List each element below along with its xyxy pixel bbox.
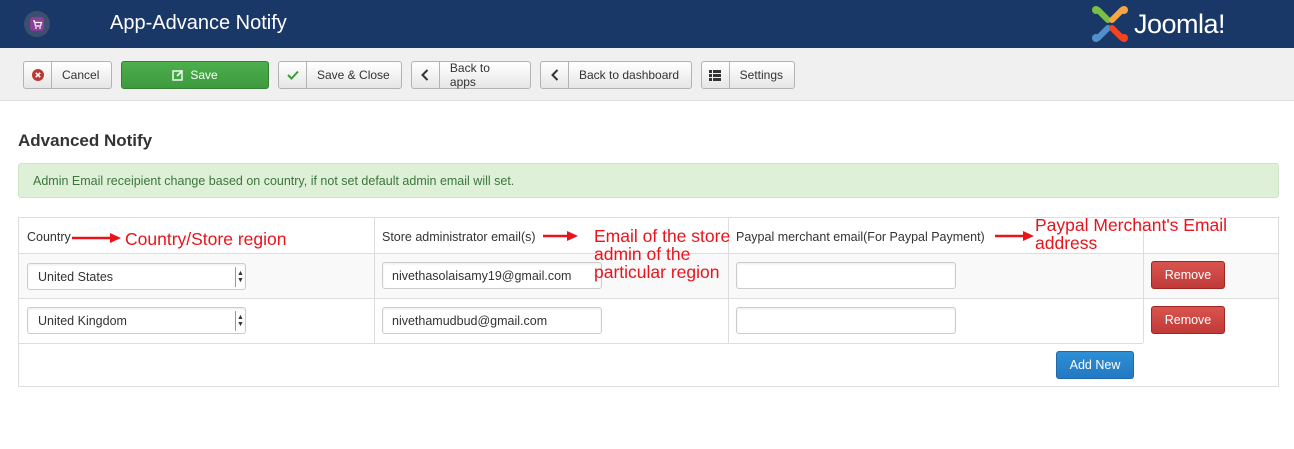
- select-arrow-icon: ▲ ▼: [235, 311, 245, 331]
- country-select-value: United States: [38, 270, 114, 284]
- annotation-store-email-line1: Email of the store: [594, 226, 731, 246]
- save-close-label: Save & Close: [317, 68, 390, 82]
- store-email-input[interactable]: nivethasolaisamy19@gmail.com: [382, 262, 602, 289]
- col-divider: [374, 218, 375, 343]
- header-country: Country: [27, 230, 71, 244]
- annotation-store-email-line2: admin of the: [594, 244, 691, 264]
- store-email-input[interactable]: nivethamudbud@gmail.com: [382, 307, 602, 334]
- header-paypal-email: Paypal merchant email(For Paypal Payment…: [736, 230, 985, 244]
- list-icon: [702, 62, 730, 88]
- annotation-country: Country/Store region: [125, 229, 287, 249]
- cancel-button[interactable]: Cancel: [23, 61, 112, 89]
- joomla-logo[interactable]: Joomla!: [1090, 4, 1226, 44]
- select-arrow-icon: ▲ ▼: [235, 267, 245, 287]
- header-bar: App-Advance Notify Joomla!: [0, 0, 1294, 48]
- toolbar: Cancel Save Save & Close Back to apps Ba…: [0, 48, 1294, 101]
- annotation-paypal-line2: address: [1035, 233, 1098, 253]
- country-select[interactable]: United Kingdom ▲ ▼: [27, 307, 246, 334]
- row-divider: [19, 298, 1278, 299]
- annotation-arrow-icon: [995, 231, 1034, 241]
- annotation-paypal: Paypal Merchant's Email address: [1035, 216, 1227, 252]
- remove-button[interactable]: Remove: [1151, 261, 1225, 289]
- chevron-left-icon: [541, 62, 569, 88]
- chevron-left-icon: [412, 62, 440, 88]
- annotation-store-email-line3: particular region: [594, 262, 720, 282]
- page-title: Advanced Notify: [18, 131, 153, 150]
- add-new-button[interactable]: Add New: [1056, 351, 1134, 379]
- paypal-email-input[interactable]: [736, 307, 956, 334]
- back-to-apps-label: Back to apps: [449, 61, 490, 89]
- joomla-brand-text: Joomla!: [1134, 8, 1226, 39]
- remove-button[interactable]: Remove: [1151, 306, 1225, 334]
- back-to-dashboard-label: Back to dashboard: [579, 68, 680, 82]
- joomla-logo-icon: [1092, 6, 1128, 42]
- row-divider: [19, 343, 1143, 344]
- checkmark-icon: [279, 62, 307, 88]
- save-close-button[interactable]: Save & Close: [278, 61, 402, 89]
- back-to-dashboard-button[interactable]: Back to dashboard: [540, 61, 692, 89]
- annotation-arrow-icon: [72, 233, 121, 243]
- annotation-paypal-line1: Paypal Merchant's Email: [1035, 215, 1228, 235]
- settings-button[interactable]: Settings: [701, 61, 795, 89]
- header-store-email: Store administrator email(s): [382, 230, 536, 244]
- app-logo-icon[interactable]: [24, 11, 50, 37]
- country-select[interactable]: United States ▲ ▼: [27, 263, 246, 290]
- info-alert: Admin Email receipient change based on c…: [18, 163, 1279, 198]
- settings-label: Settings: [739, 68, 783, 82]
- paypal-email-input[interactable]: [736, 262, 956, 289]
- cancel-icon: [24, 62, 52, 88]
- save-button[interactable]: Save: [121, 61, 269, 89]
- annotation-arrow-icon: [543, 231, 578, 241]
- country-select-value: United Kingdom: [38, 314, 127, 328]
- page-header-title: App-Advance Notify: [110, 12, 287, 34]
- save-label: Save: [190, 68, 218, 82]
- edit-icon: [172, 69, 184, 81]
- annotation-store-email: Email of the store admin of the particul…: [594, 227, 730, 281]
- back-to-apps-button[interactable]: Back to apps: [411, 61, 531, 89]
- cancel-label: Cancel: [62, 68, 100, 82]
